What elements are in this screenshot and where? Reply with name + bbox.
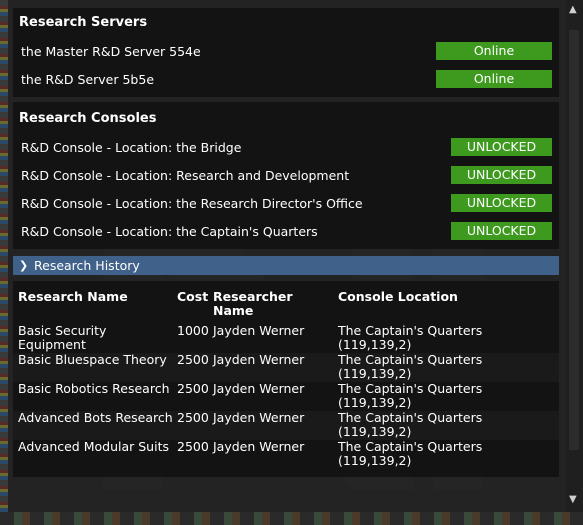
console-name: R&D Console - Location: the Bridge xyxy=(21,140,242,155)
scrollbar-thumb[interactable] xyxy=(569,30,579,450)
table-row: Basic Bluespace Theory 2500 Jayden Werne… xyxy=(13,353,559,382)
researcher-name: Jayden Werner xyxy=(213,352,305,367)
console-name: R&D Console - Location: the Captain's Qu… xyxy=(21,224,318,239)
server-status-button[interactable]: Online xyxy=(436,70,552,88)
research-history-toggle[interactable]: ❯ Research History xyxy=(13,256,559,275)
research-cost: 1000 xyxy=(177,323,209,338)
research-name: Basic Security xyxy=(18,323,107,338)
console-lock-button[interactable]: UNLOCKED xyxy=(451,166,552,184)
research-cost: 2500 xyxy=(177,410,209,425)
table-row: Basic Security Equipment 1000 Jayden Wer… xyxy=(13,324,559,353)
table-row: Advanced Bots Research 2500 Jayden Werne… xyxy=(13,411,559,440)
server-status-button[interactable]: Online xyxy=(436,42,552,60)
scroll-up-icon[interactable]: ▲ xyxy=(569,4,577,15)
console-lock-button[interactable]: UNLOCKED xyxy=(451,222,552,240)
column-header-research-name: Research Name xyxy=(18,289,128,304)
research-cost: 2500 xyxy=(177,352,209,367)
researcher-name: Jayden Werner xyxy=(213,323,305,338)
research-history-table: Research Name Cost Researcher Name Conso… xyxy=(13,281,559,477)
game-map-strip-left xyxy=(0,0,8,525)
console-coordinates: (119,139,2) xyxy=(338,337,412,352)
console-name: R&D Console - Location: the Research Dir… xyxy=(21,196,363,211)
research-cost: 2500 xyxy=(177,381,209,396)
table-row: Basic Robotics Research 2500 Jayden Wern… xyxy=(13,382,559,411)
section-title: Research Servers xyxy=(19,15,148,30)
research-name-line2: Equipment xyxy=(18,337,86,352)
research-name: Basic Robotics Research xyxy=(18,381,170,396)
column-header-cost: Cost xyxy=(177,289,209,304)
research-name: Basic Bluespace Theory xyxy=(18,352,167,367)
console-location: The Captain's Quarters xyxy=(338,323,483,338)
research-servers-section: Research Servers the Master R&D Server 5… xyxy=(13,8,559,97)
researcher-name: Jayden Werner xyxy=(213,381,305,396)
research-cost: 2500 xyxy=(177,439,209,454)
console-coordinates: (119,139,2) xyxy=(338,453,412,468)
console-coordinates: (119,139,2) xyxy=(338,424,412,439)
research-consoles-section: Research Consoles R&D Console - Location… xyxy=(13,102,559,249)
column-header-console-location: Console Location xyxy=(338,289,458,304)
console-lock-button[interactable]: UNLOCKED xyxy=(451,194,552,212)
scroll-down-icon[interactable]: ▼ xyxy=(569,494,577,505)
server-controller-window: Research Servers the Master R&D Server 5… xyxy=(8,0,566,512)
column-header-researcher-line2: Name xyxy=(213,303,254,318)
chevron-down-icon: ❯ xyxy=(19,259,29,272)
console-lock-button[interactable]: UNLOCKED xyxy=(451,138,552,156)
researcher-name: Jayden Werner xyxy=(213,410,305,425)
window-scrollbar[interactable]: ▲ ▼ xyxy=(566,0,583,512)
console-location: The Captain's Quarters xyxy=(338,439,483,454)
server-name: the R&D Server 5b5e xyxy=(21,72,155,87)
table-row: Advanced Modular Suits 2500 Jayden Werne… xyxy=(13,440,559,469)
server-name: the Master R&D Server 554e xyxy=(21,44,201,59)
console-name: R&D Console - Location: Research and Dev… xyxy=(21,168,350,183)
research-name: Advanced Bots Research xyxy=(18,410,173,425)
research-name: Advanced Modular Suits xyxy=(18,439,169,454)
researcher-name: Jayden Werner xyxy=(213,439,305,454)
console-coordinates: (119,139,2) xyxy=(338,366,412,381)
console-coordinates: (119,139,2) xyxy=(338,395,412,410)
console-location: The Captain's Quarters xyxy=(338,381,483,396)
section-title: Research Consoles xyxy=(19,111,157,126)
game-map-strip-bottom xyxy=(0,512,583,525)
console-location: The Captain's Quarters xyxy=(338,352,483,367)
column-header-researcher: Researcher xyxy=(213,289,293,304)
console-location: The Captain's Quarters xyxy=(338,410,483,425)
research-history-title: Research History xyxy=(34,258,140,273)
